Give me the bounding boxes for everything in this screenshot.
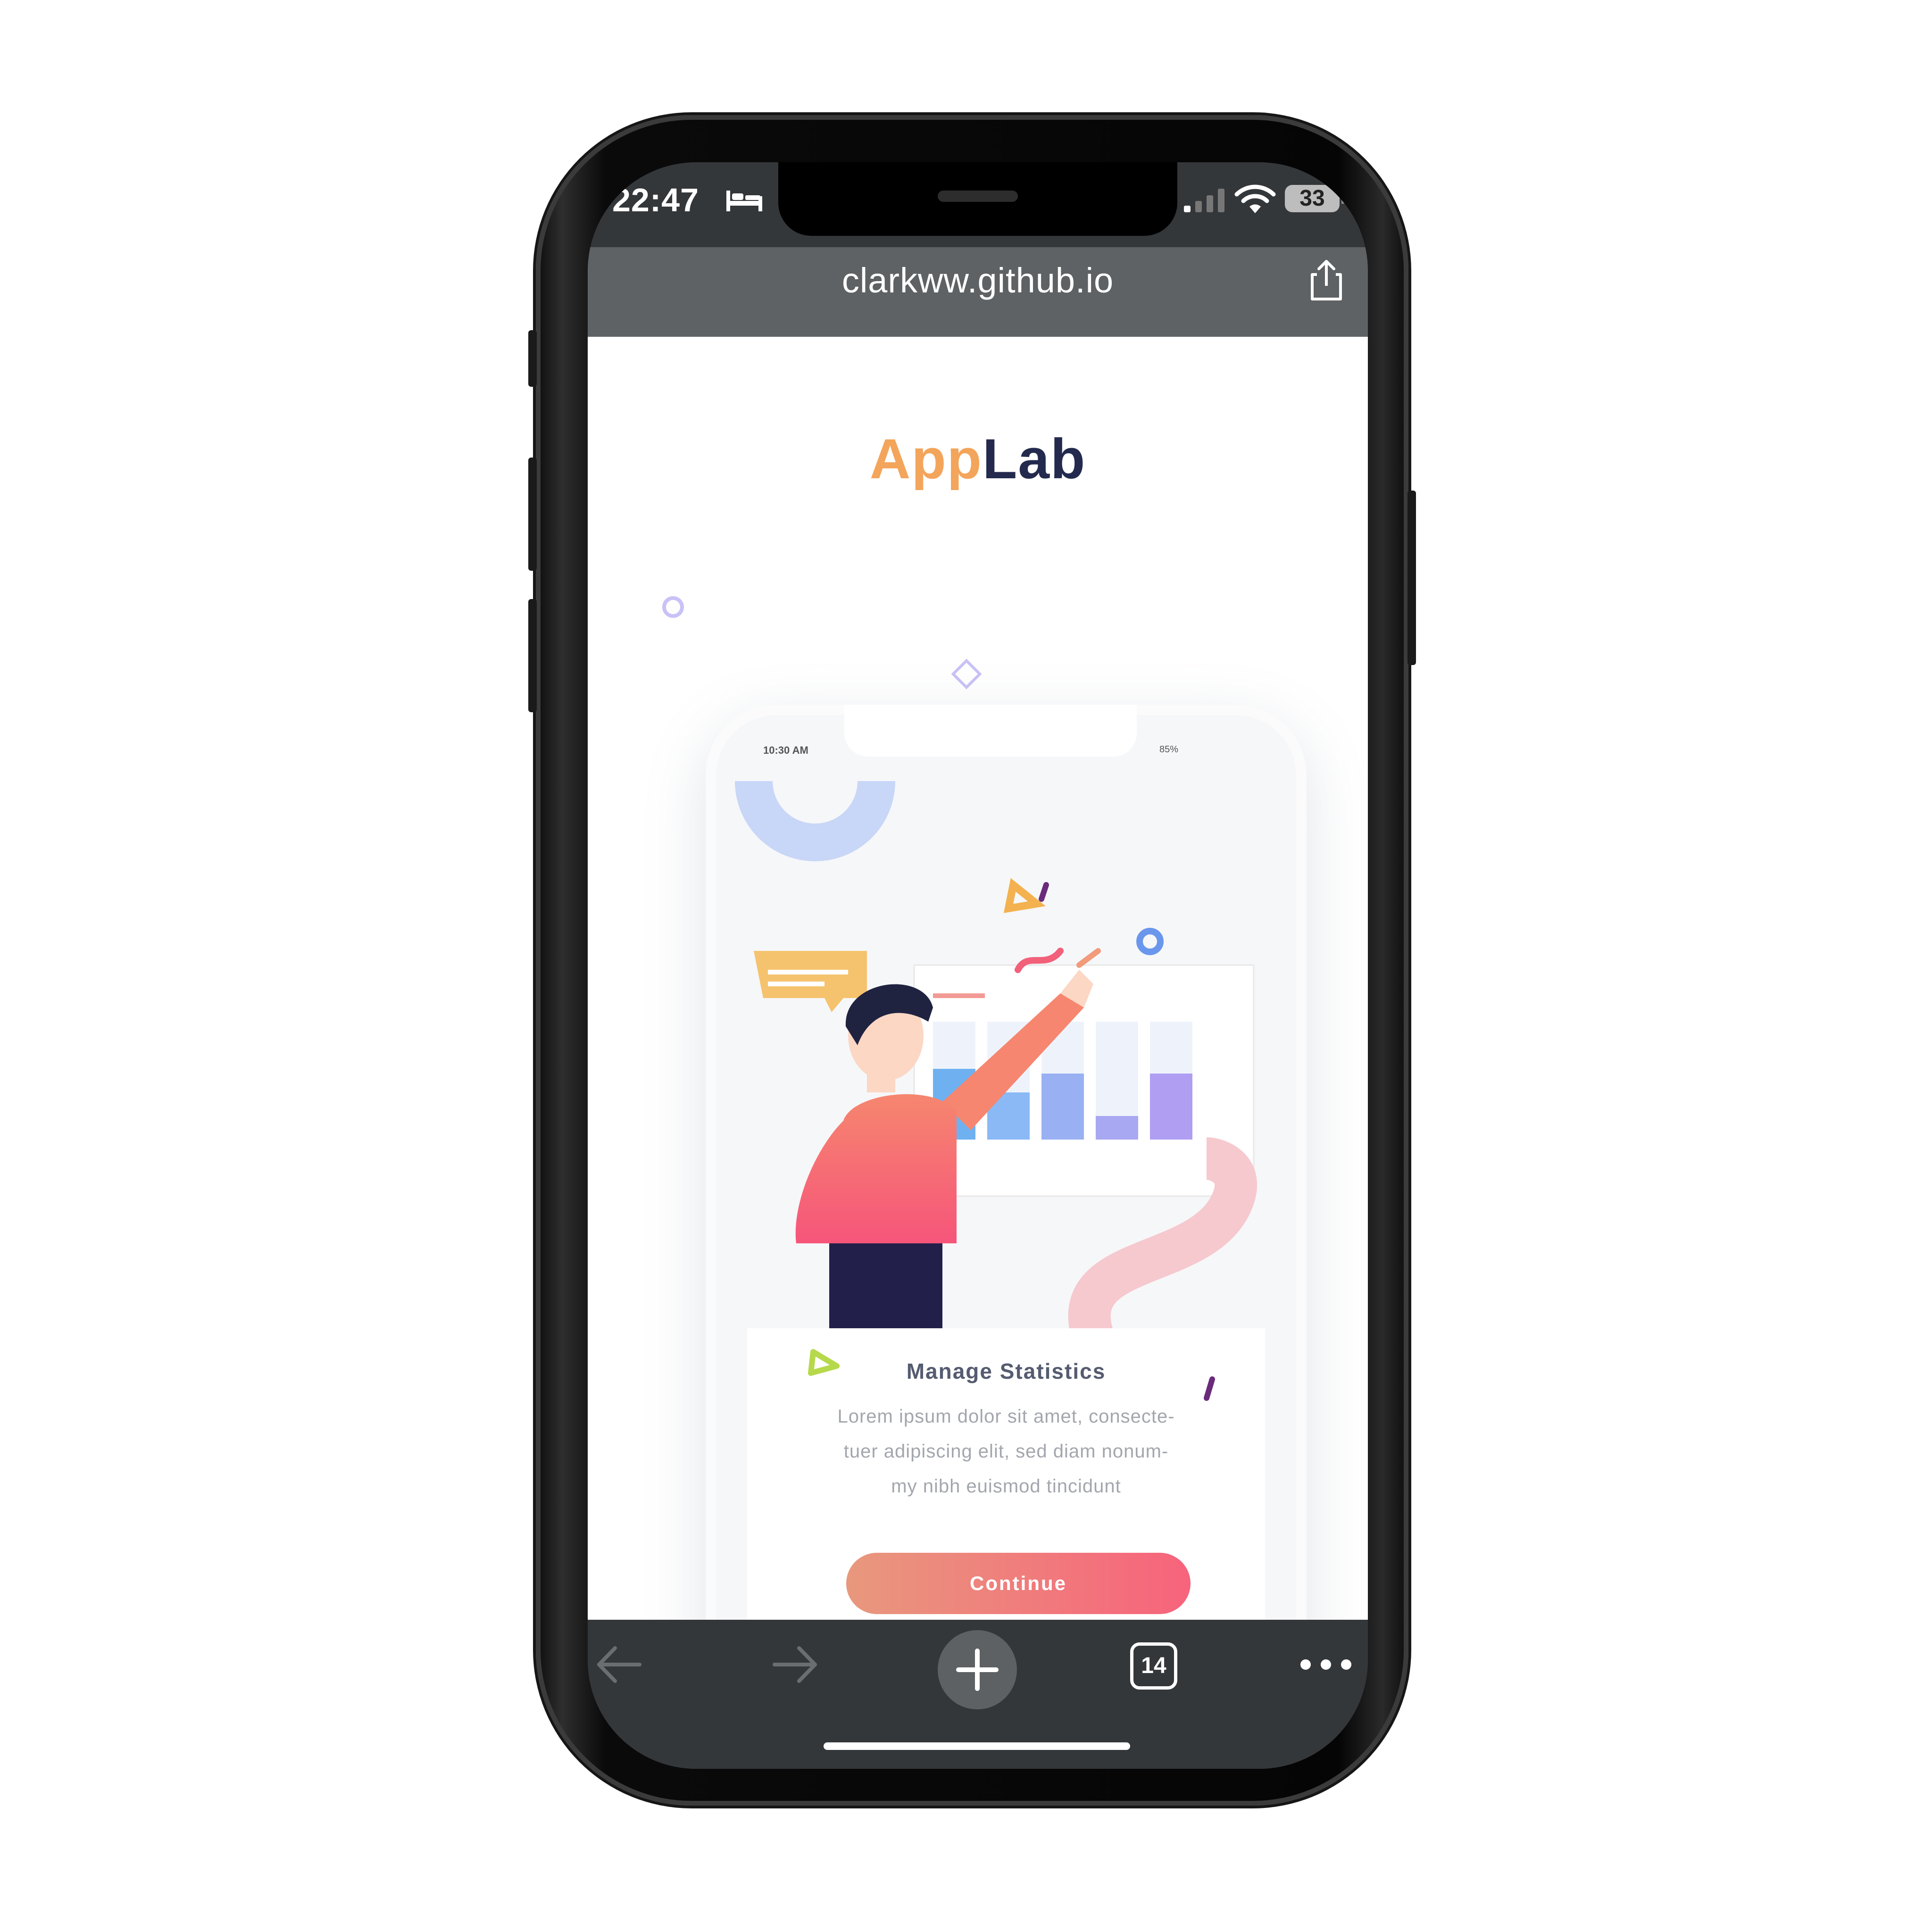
triangle-decoration xyxy=(1003,878,1046,913)
cellular-signal-icon xyxy=(1184,189,1224,212)
logo-app: App xyxy=(869,427,983,491)
address-bar[interactable]: clarkww.github.io xyxy=(588,247,1368,337)
bar xyxy=(1041,1074,1084,1140)
silent-switch xyxy=(528,330,537,387)
web-content: AppLab 10:30 AM 85% Manage Statistics Lo… xyxy=(588,337,1368,1620)
phone-screen: 22:47 33 clarkww.github.io AppLab 10:30 … xyxy=(588,162,1368,1769)
status-time: 22:47 xyxy=(612,182,700,218)
battery-indicator: 33 xyxy=(1285,185,1340,212)
volume-down-button xyxy=(528,599,537,712)
plus-icon xyxy=(956,1649,999,1691)
bar xyxy=(1150,1074,1192,1140)
statistics-illustration xyxy=(735,781,1257,1338)
more-dots-icon[interactable] xyxy=(1295,1648,1357,1681)
browser-toolbar: 14 xyxy=(588,1620,1368,1769)
continue-button[interactable]: Continue xyxy=(846,1553,1191,1614)
battery-tip xyxy=(1341,192,1345,204)
status-bar: 22:47 33 xyxy=(588,162,1368,247)
mockup-phone: 10:30 AM 85% Manage Statistics Lorem ips… xyxy=(706,705,1307,1620)
back-arrow-icon[interactable] xyxy=(592,1639,644,1690)
donut-decoration xyxy=(735,781,895,861)
power-button xyxy=(1407,491,1416,665)
tab-count: 14 xyxy=(1141,1653,1166,1678)
decorative-ring xyxy=(662,596,684,618)
volume-up-button xyxy=(528,458,537,571)
card-description: Lorem ipsum dolor sit amet, consecte- tu… xyxy=(775,1399,1237,1504)
bar xyxy=(1096,1116,1138,1140)
mockup-content-card: Manage Statistics Lorem ipsum dolor sit … xyxy=(747,1328,1265,1620)
app-logo: AppLab xyxy=(588,426,1368,491)
decorative-diamond xyxy=(951,658,982,690)
wifi-icon xyxy=(1234,184,1276,213)
forward-arrow-icon[interactable] xyxy=(770,1639,822,1690)
person-body xyxy=(795,1094,957,1243)
card-title: Manage Statistics xyxy=(906,1359,1106,1383)
card-description-line: my nibh euismod tincidunt xyxy=(891,1476,1121,1497)
url-text[interactable]: clarkww.github.io xyxy=(588,260,1368,300)
share-icon[interactable] xyxy=(1304,257,1349,304)
tabs-icon[interactable]: 14 xyxy=(1130,1642,1177,1690)
person-legs xyxy=(829,1243,942,1338)
card-description-line: Lorem ipsum dolor sit amet, consecte- xyxy=(837,1406,1175,1427)
logo-lab: Lab xyxy=(982,427,1086,491)
bed-icon xyxy=(726,191,762,211)
card-description-line: tuer adipiscing elit, sed diam nonum- xyxy=(843,1441,1169,1462)
home-indicator[interactable] xyxy=(824,1742,1130,1750)
new-tab-button[interactable] xyxy=(938,1630,1017,1709)
